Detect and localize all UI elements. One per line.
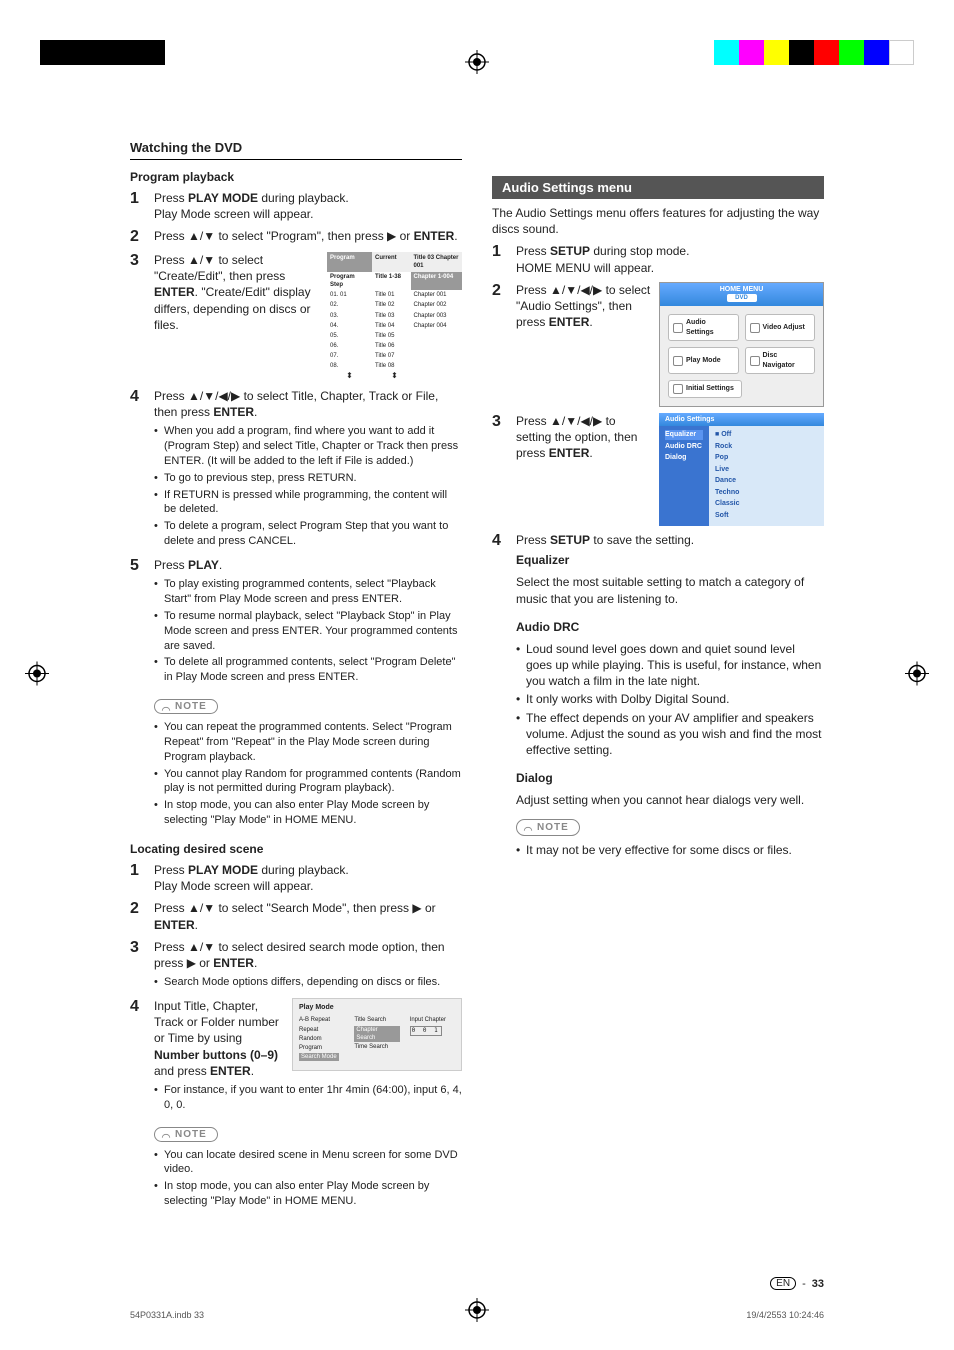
step-body: Press ▲/▼ to select "Program", then pres… [154, 228, 462, 244]
step-body: Press SETUP during stop mode. HOME MENU … [516, 243, 824, 275]
bullet: To delete all programmed contents, selec… [154, 655, 462, 685]
step-number: 4 [130, 388, 144, 406]
home-menu-graphic: HOME MENU DVD Audio Settings Video Adjus… [659, 282, 824, 407]
step-number: 3 [130, 252, 144, 270]
rule [130, 159, 462, 160]
audio-icon [673, 323, 683, 333]
bullet: The effect depends on your AV amplifier … [516, 710, 824, 759]
step-number: 1 [130, 862, 144, 880]
bullet: To delete a program, select Program Step… [154, 519, 462, 549]
bullet: Loud sound level goes down and quiet sou… [516, 641, 824, 690]
registration-mark-top [465, 50, 489, 74]
step-body: Press PLAY MODE during playback. Play Mo… [154, 862, 462, 894]
bullet: It may not be very effective for some di… [516, 842, 824, 858]
disc-icon [750, 356, 760, 366]
print-info-right: 19/4/2553 10:24:46 [746, 1310, 824, 1320]
bullet: You can locate desired scene in Menu scr… [154, 1148, 462, 1178]
dialog-heading: Dialog [516, 770, 824, 786]
step-body: Play Mode A-B Repeat Repeat Random Progr… [154, 998, 462, 1115]
page-footer: EN - 33 [770, 1277, 824, 1290]
dialog-body: Adjust setting when you cannot hear dial… [516, 792, 824, 808]
audio-settings-heading: Audio Settings menu [492, 176, 824, 199]
step-body: Press ▲/▼ to select "Search Mode", then … [154, 900, 462, 932]
note-badge: NOTE [154, 699, 218, 714]
step-body: Program Current Title 03 Chapter 001 Pro… [154, 252, 462, 382]
bullet: To resume normal playback, select "Playb… [154, 609, 462, 654]
bullet: It only works with Dolby Digital Sound. [516, 691, 824, 707]
step-number: 3 [492, 413, 506, 431]
step-number: 3 [130, 939, 144, 957]
registration-mark-left [25, 662, 49, 689]
registration-mark-bottom [465, 1298, 489, 1322]
registration-mark-right [905, 662, 929, 689]
note-badge: NOTE [154, 1127, 218, 1142]
step-number: 4 [492, 532, 506, 550]
bullet: For instance, if you want to enter 1hr 4… [154, 1083, 462, 1113]
bullet: In stop mode, you can also enter Play Mo… [154, 798, 462, 828]
step-number: 5 [130, 557, 144, 575]
step-body: Press PLAY MODE during playback. Play Mo… [154, 190, 462, 222]
printer-swatches-right [714, 40, 914, 65]
bullet: Search Mode options differs, depending o… [154, 975, 462, 990]
subhead-locating: Locating desired scene [130, 842, 462, 856]
bullet: To play existing programmed contents, se… [154, 577, 462, 607]
video-icon [750, 323, 760, 333]
right-column: Audio Settings menu The Audio Settings m… [492, 140, 824, 1290]
equalizer-heading: Equalizer [516, 552, 824, 568]
left-column: Watching the DVD Program playback 1 Pres… [130, 140, 462, 1290]
step-body: Audio Settings Equalizer Audio DRC Dialo… [516, 413, 824, 526]
step-number: 2 [492, 282, 506, 300]
subhead-program-playback: Program playback [130, 170, 462, 184]
section-title: Watching the DVD [130, 140, 462, 155]
step-body: Press SETUP to save the setting. Equaliz… [516, 532, 824, 860]
play-mode-graphic: Play Mode A-B Repeat Repeat Random Progr… [292, 998, 462, 1071]
bullet: To go to previous step, press RETURN. [154, 471, 462, 486]
bullet: You cannot play Random for programmed co… [154, 767, 462, 797]
bullet: In stop mode, you can also enter Play Mo… [154, 1179, 462, 1209]
bullet: You can repeat the programmed contents. … [154, 720, 462, 765]
bullet: When you add a program, find where you w… [154, 424, 462, 469]
step-number: 2 [130, 900, 144, 918]
printer-swatches-left [40, 40, 165, 65]
step-body: Press PLAY. To play existing programmed … [154, 557, 462, 687]
intro-text: The Audio Settings menu offers features … [492, 205, 824, 237]
step-body: Press ▲/▼ to select desired search mode … [154, 939, 462, 992]
audio-drc-heading: Audio DRC [516, 619, 824, 635]
step-body: HOME MENU DVD Audio Settings Video Adjus… [516, 282, 824, 407]
gear-icon [673, 384, 683, 394]
step-number: 4 [130, 998, 144, 1016]
audio-settings-graphic: Audio Settings Equalizer Audio DRC Dialo… [659, 413, 824, 526]
step-body: Press ▲/▼/◀/▶ to select Title, Chapter, … [154, 388, 462, 551]
step-number: 1 [130, 190, 144, 208]
print-info-left: 54P0331A.indb 33 [130, 1310, 204, 1320]
play-icon [673, 356, 683, 366]
program-table-graphic: Program Current Title 03 Chapter 001 Pro… [327, 252, 462, 382]
note-badge: NOTE [516, 819, 580, 837]
step-number: 1 [492, 243, 506, 261]
step-number: 2 [130, 228, 144, 246]
bullet: If RETURN is pressed while programming, … [154, 488, 462, 518]
equalizer-body: Select the most suitable setting to matc… [516, 574, 824, 606]
